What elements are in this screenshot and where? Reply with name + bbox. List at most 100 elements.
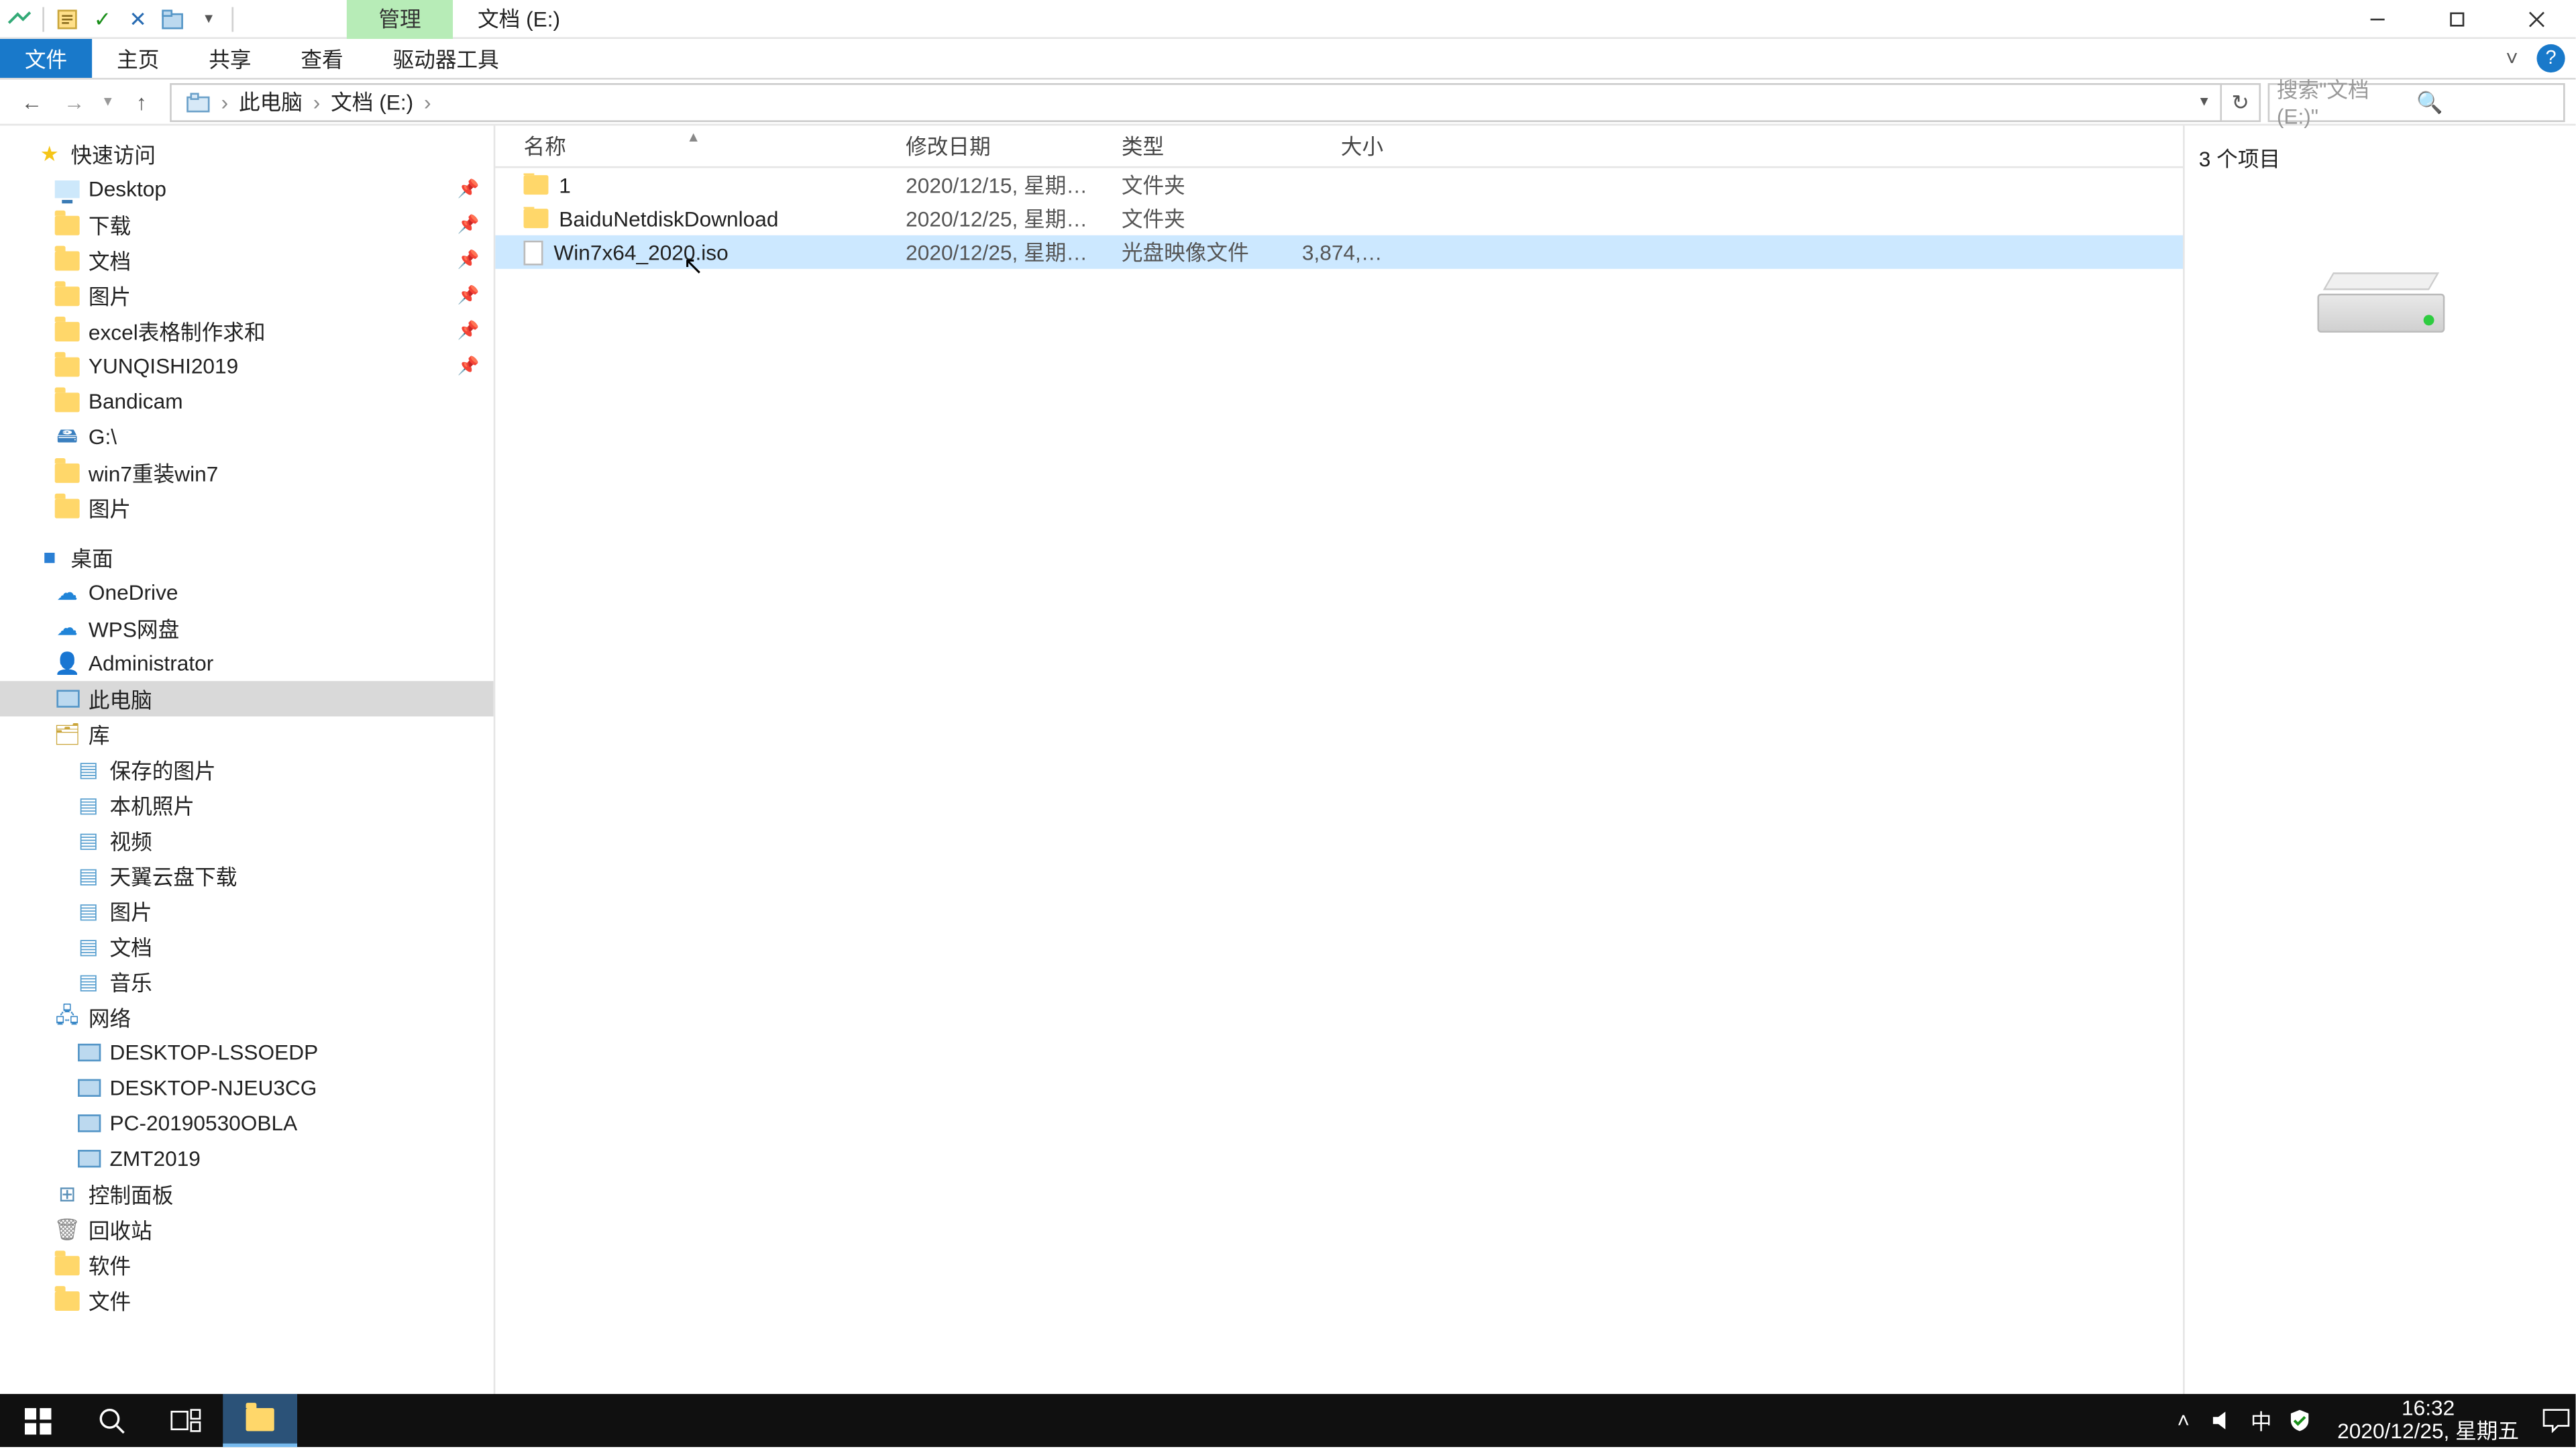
tree-item-bandicam[interactable]: Bandicam [0, 384, 494, 419]
breadcrumb-bar[interactable]: › 此电脑 › 文档 (E:) › ▾ ↻ [170, 83, 2261, 121]
file-tab[interactable]: 文件 [0, 39, 92, 78]
search-button[interactable] [74, 1394, 149, 1447]
tree-lib-localpics[interactable]: ▤本机照片 [0, 787, 494, 822]
minimize-button[interactable] [2337, 0, 2416, 38]
action-center-icon[interactable] [2536, 1394, 2575, 1447]
security-icon[interactable] [2281, 1394, 2320, 1447]
tree-item-documents[interactable]: 文档📌 [0, 242, 494, 278]
tree-administrator[interactable]: 👤Administrator [0, 646, 494, 682]
folder-icon [53, 281, 81, 309]
tab-share[interactable]: 共享 [184, 39, 276, 78]
properties-icon[interactable] [51, 3, 83, 34]
cell-size: 3,874,126... [1288, 239, 1397, 264]
star-icon: ★ [36, 140, 64, 168]
tray-clock[interactable]: 16:32 2020/12/25, 星期五 [2320, 1397, 2537, 1444]
help-icon[interactable]: ? [2536, 44, 2565, 72]
column-type[interactable]: 类型 [1108, 125, 1288, 166]
tree-lib-video[interactable]: ▤视频 [0, 822, 494, 858]
chevron-right-icon[interactable]: › [217, 89, 231, 114]
file-row[interactable]: 12020/12/15, 星期二 1...文件夹 [495, 168, 2183, 202]
file-row[interactable]: Win7x64_2020.iso2020/12/25, 星期五 1...光盘映像… [495, 235, 2183, 269]
tree-item-yunqishi[interactable]: YUNQISHI2019📌 [0, 348, 494, 384]
tree-lib-music[interactable]: ▤音乐 [0, 964, 494, 1000]
close-button[interactable] [2496, 0, 2576, 38]
tree-lib-pics[interactable]: ▤图片 [0, 894, 494, 929]
maximize-button[interactable] [2416, 0, 2496, 38]
address-dropdown-icon[interactable]: ▾ [2188, 80, 2220, 123]
tree-lib-docs[interactable]: ▤文档 [0, 928, 494, 964]
tree-wps[interactable]: ☁WPS网盘 [0, 610, 494, 646]
tree-net-pc4[interactable]: ZMT2019 [0, 1141, 494, 1177]
qat-dropdown-icon[interactable]: ▾ [193, 3, 224, 34]
tree-item-excel[interactable]: excel表格制作求和📌 [0, 313, 494, 349]
tree-item-win7[interactable]: win7重装win7 [0, 455, 494, 490]
tree-network[interactable]: 🖧网络 [0, 1000, 494, 1035]
new-folder-icon[interactable] [158, 3, 189, 34]
tree-item-pictures2[interactable]: 图片 [0, 490, 494, 525]
navigation-pane[interactable]: ★ 快速访问 Desktop📌 下载📌 文档📌 图片📌 excel表格制作求和📌… [0, 125, 495, 1408]
tree-item-downloads[interactable]: 下载📌 [0, 207, 494, 243]
label: OneDrive [89, 580, 178, 605]
chevron-right-icon[interactable]: › [421, 89, 435, 114]
chevron-right-icon[interactable]: › [310, 89, 324, 114]
volume-icon[interactable] [2203, 1394, 2242, 1447]
column-size[interactable]: 大小 [1288, 125, 1397, 166]
tree-quick-access[interactable]: ★ 快速访问 [0, 136, 494, 172]
pin-icon: 📌 [458, 180, 480, 199]
breadcrumb-current[interactable]: 文档 (E:) [324, 84, 421, 119]
close-x-icon[interactable]: ✕ [122, 3, 154, 34]
column-date[interactable]: 修改日期 [892, 125, 1108, 166]
refresh-icon[interactable]: ↻ [2220, 83, 2259, 121]
start-button[interactable] [0, 1394, 74, 1447]
tree-desktop-root[interactable]: ■桌面 [0, 539, 494, 575]
file-row[interactable]: BaiduNetdiskDownload2020/12/25, 星期五 1...… [495, 202, 2183, 235]
contextual-tab-label[interactable]: 管理 [347, 0, 453, 38]
explorer-window: ✓ ✕ ▾ 管理 文档 (E:) 文件 主页 共享 查看 驱动器工具 [0, 0, 2575, 1447]
tree-lib-savedpics[interactable]: ▤保存的图片 [0, 752, 494, 788]
tree-control-panel[interactable]: ⊞控制面板 [0, 1177, 494, 1212]
label: 图片 [109, 896, 152, 926]
back-button[interactable]: ← [11, 80, 53, 123]
search-input[interactable]: 搜索"文档 (E:)" 🔍 [2268, 83, 2565, 121]
tree-files[interactable]: 文件 [0, 1283, 494, 1318]
tray-overflow-icon[interactable]: ˄ [2164, 1394, 2203, 1447]
separator [231, 6, 233, 31]
file-list-pane: ▲ 名称 修改日期 类型 大小 12020/12/15, 星期二 1...文件夹… [495, 125, 2183, 1408]
label: 库 [89, 719, 110, 749]
tab-home[interactable]: 主页 [92, 39, 184, 78]
tree-item-desktop[interactable]: Desktop📌 [0, 172, 494, 207]
label: 保存的图片 [109, 755, 215, 785]
ribbon-expand-icon[interactable]: ˅ [2498, 44, 2526, 72]
tree-libraries[interactable]: 🗂库 [0, 716, 494, 752]
search-icon[interactable]: 🔍 [2416, 89, 2556, 114]
tree-item-pictures[interactable]: 图片📌 [0, 278, 494, 313]
tree-onedrive[interactable]: ☁ OneDrive [0, 575, 494, 610]
breadcrumb-this-pc[interactable]: 此电脑 [231, 84, 309, 119]
breadcrumb-root-icon[interactable] [178, 84, 217, 119]
tree-item-g-drive[interactable]: 🖴G:\ [0, 419, 494, 455]
task-view-button[interactable] [149, 1394, 223, 1447]
tab-view[interactable]: 查看 [276, 39, 368, 78]
tab-drive-tools[interactable]: 驱动器工具 [368, 39, 524, 78]
music-icon: ▤ [74, 967, 103, 996]
recent-locations-icon[interactable]: ▾ [95, 80, 120, 123]
label: ZMT2019 [109, 1146, 200, 1171]
tree-net-pc1[interactable]: DESKTOP-LSSOEDP [0, 1035, 494, 1071]
tree-software[interactable]: 软件 [0, 1247, 494, 1283]
tree-net-pc2[interactable]: DESKTOP-NJEU3CG [0, 1070, 494, 1106]
check-icon[interactable]: ✓ [87, 3, 118, 34]
app-icon[interactable] [3, 3, 35, 34]
ime-indicator[interactable]: 中 [2242, 1394, 2281, 1447]
onedrive-icon: ☁ [53, 578, 81, 606]
tree-net-pc3[interactable]: PC-20190530OBLA [0, 1106, 494, 1141]
up-button[interactable]: ↑ [120, 80, 162, 123]
taskbar-explorer[interactable] [223, 1394, 297, 1447]
tree-recycle-bin[interactable]: 🗑回收站 [0, 1212, 494, 1247]
forward-button[interactable]: → [53, 80, 95, 123]
tree-lib-tianyi[interactable]: ▤天翼云盘下载 [0, 858, 494, 894]
address-bar: ← → ▾ ↑ › 此电脑 › 文档 (E:) › ▾ ↻ 搜索"文档 (E:)… [0, 80, 2575, 126]
cell-name: Win7x64_2020.iso [495, 239, 892, 264]
item-count: 3 个项目 [2185, 144, 2280, 174]
clock-date: 2020/12/25, 星期五 [2337, 1421, 2519, 1444]
tree-this-pc[interactable]: 此电脑 [0, 681, 494, 716]
